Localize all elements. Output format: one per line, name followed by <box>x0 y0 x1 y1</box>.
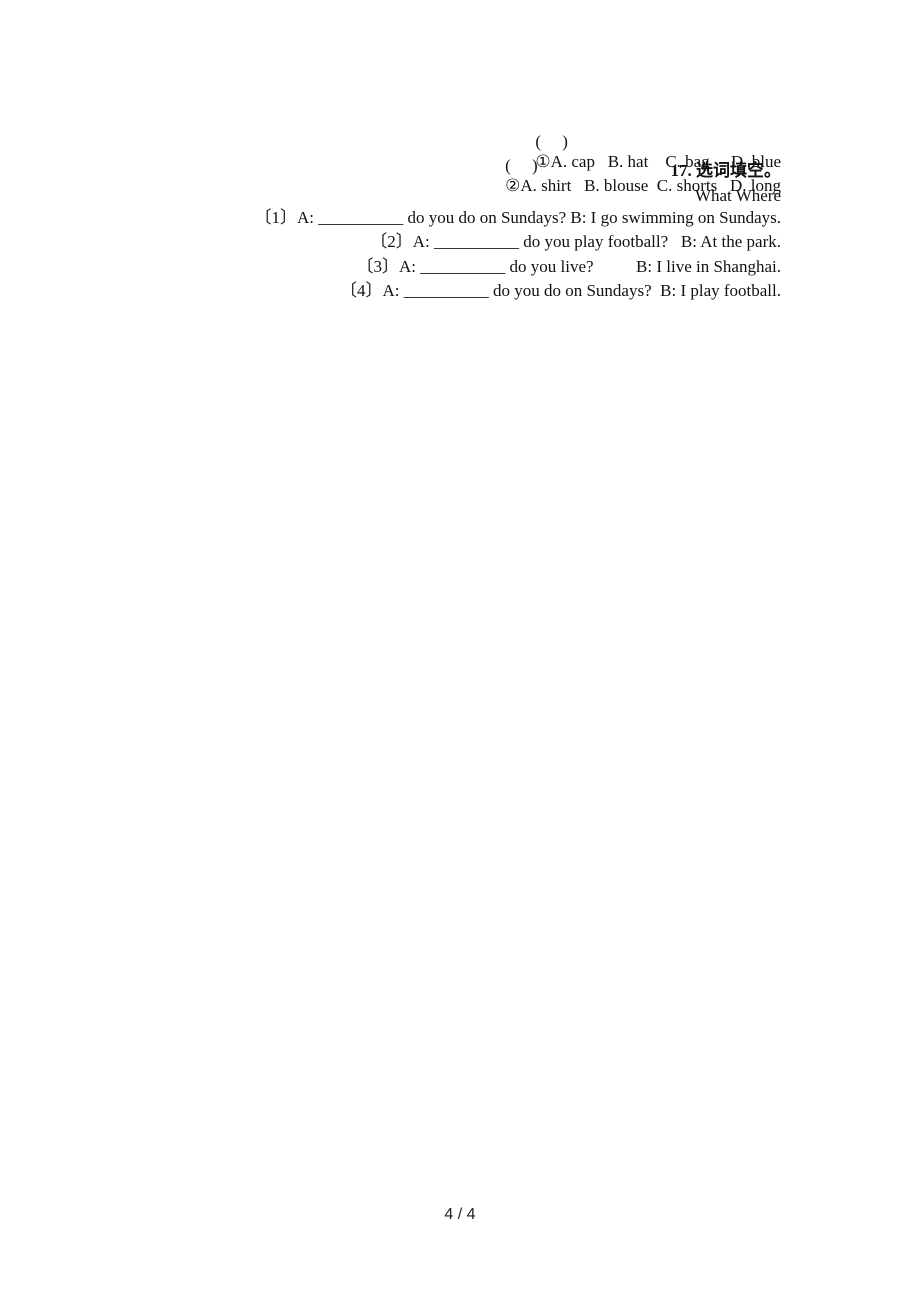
fill-item-1: 〔1〕A: __________ do you do on Sundays? B… <box>254 208 781 227</box>
question-number: ② <box>505 176 521 195</box>
fill-item-3: 〔3〕A: __________ do you live? B: I live … <box>356 257 782 276</box>
page-number: 4 / 4 <box>444 1206 476 1223</box>
fill-item-4: 〔4〕A: __________ do you do on Sundays? B… <box>339 281 781 300</box>
answer-paren: ( ) <box>505 156 538 175</box>
section-title: 17. 选词填空。 <box>670 161 782 180</box>
fill-item-2: 〔2〕A: __________ do you play football? B… <box>370 232 781 251</box>
word-bank: What Where <box>694 186 781 205</box>
